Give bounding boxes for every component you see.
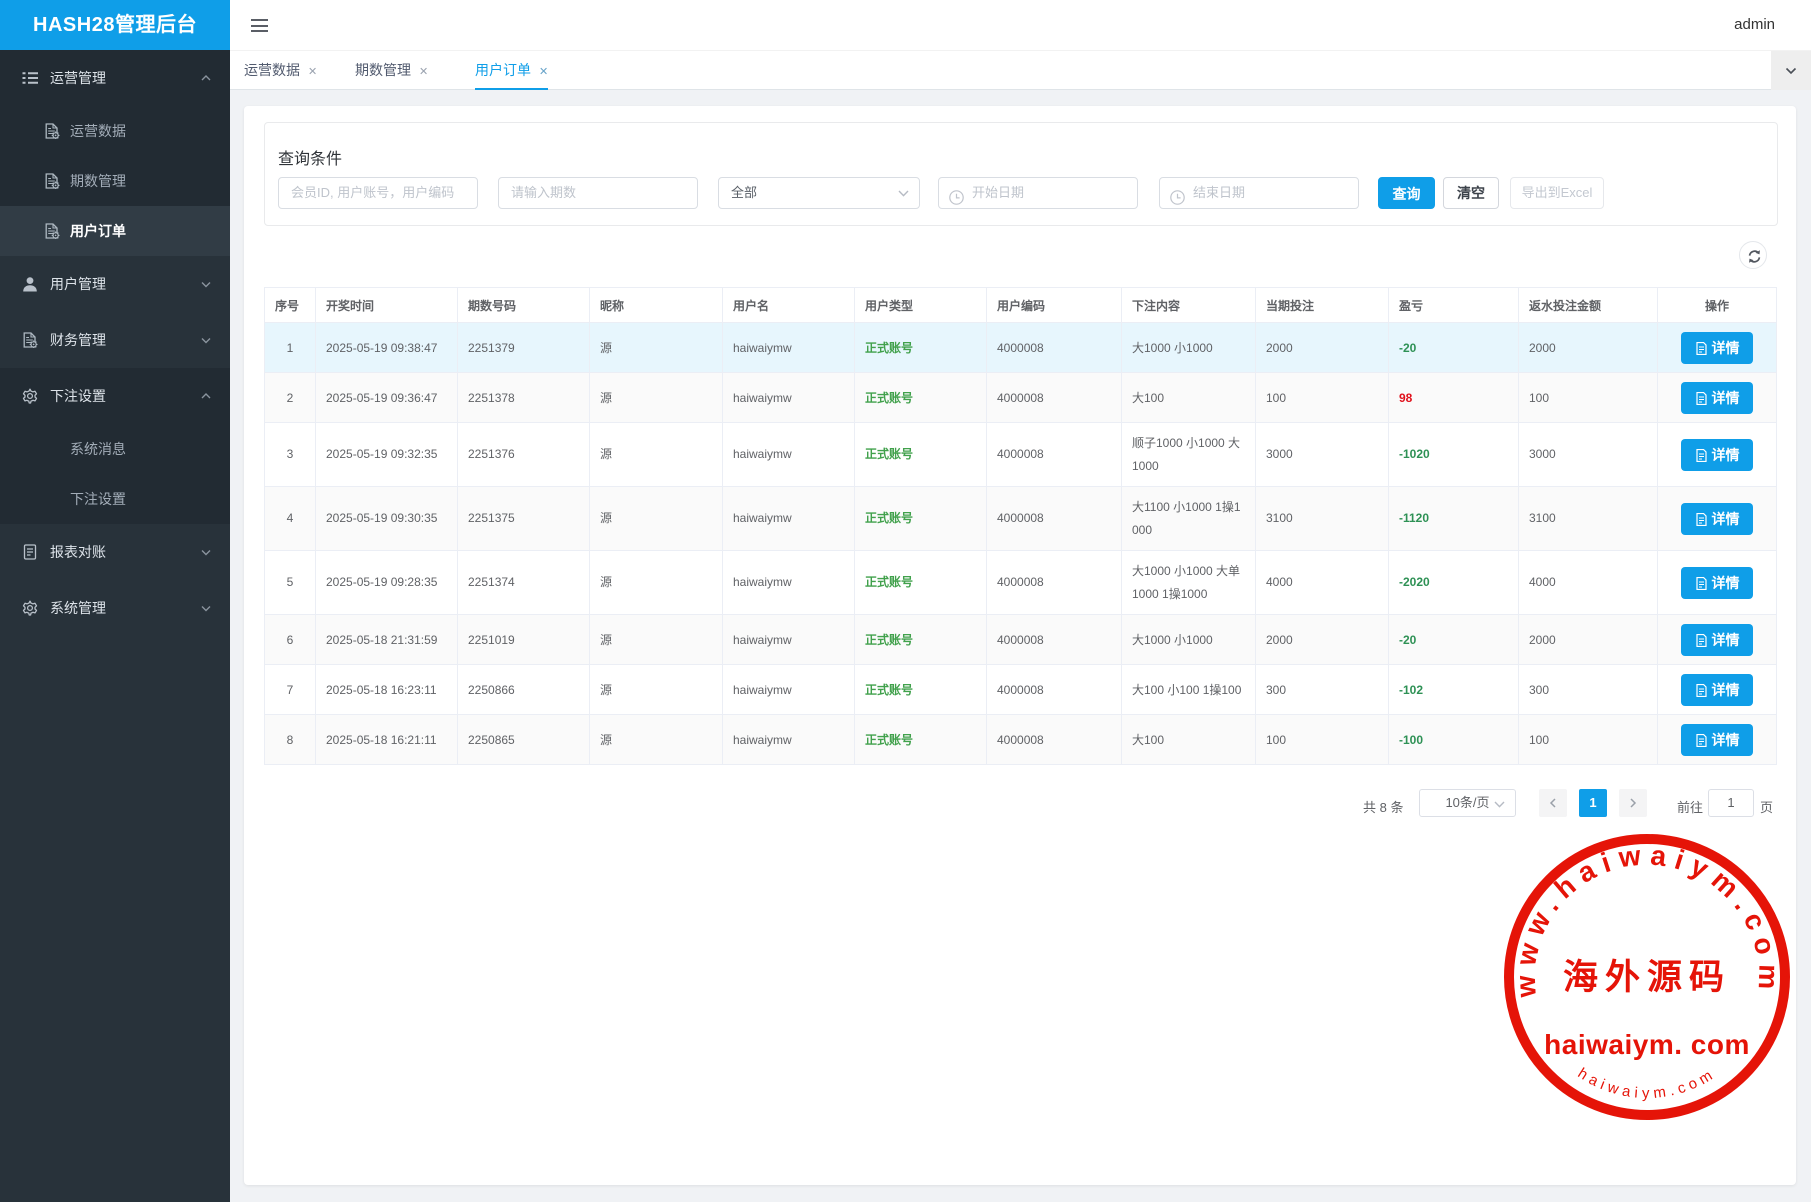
svg-text:haiwaiym. com: haiwaiym. com bbox=[1544, 1029, 1750, 1060]
svg-text:haiwaiym.com: haiwaiym.com bbox=[1575, 1065, 1719, 1102]
svg-text:海外源码: 海外源码 bbox=[1563, 958, 1731, 997]
